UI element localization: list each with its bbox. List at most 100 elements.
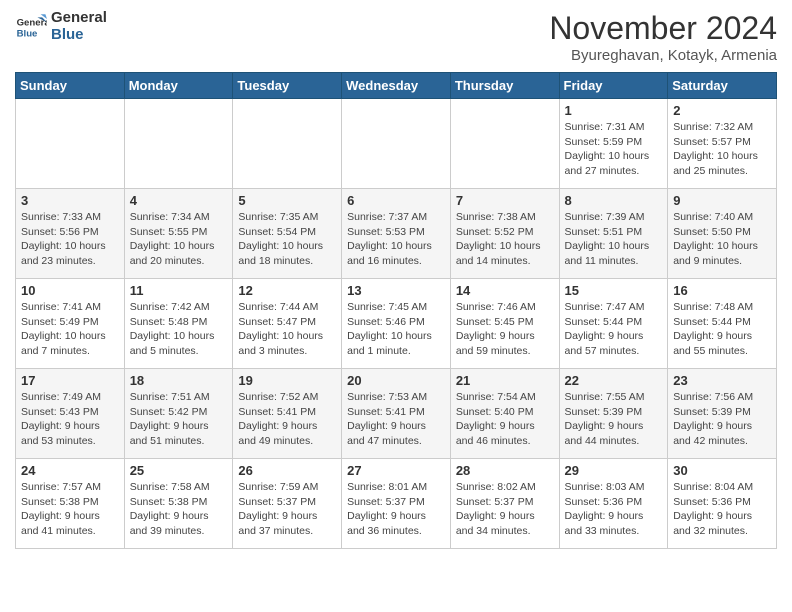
- logo-icon: General Blue: [15, 11, 47, 43]
- day-info: Sunrise: 7:54 AM Sunset: 5:40 PM Dayligh…: [456, 390, 554, 449]
- day-number: 7: [456, 193, 554, 208]
- day-info: Sunrise: 7:56 AM Sunset: 5:39 PM Dayligh…: [673, 390, 771, 449]
- day-number: 24: [21, 463, 119, 478]
- day-number: 1: [565, 103, 663, 118]
- day-info: Sunrise: 7:32 AM Sunset: 5:57 PM Dayligh…: [673, 120, 771, 179]
- day-info: Sunrise: 7:41 AM Sunset: 5:49 PM Dayligh…: [21, 300, 119, 359]
- day-cell: 21 Sunrise: 7:54 AM Sunset: 5:40 PM Dayli…: [450, 369, 559, 459]
- day-number: 29: [565, 463, 663, 478]
- day-number: 19: [238, 373, 336, 388]
- day-number: 10: [21, 283, 119, 298]
- day-info: Sunrise: 7:38 AM Sunset: 5:52 PM Dayligh…: [456, 210, 554, 269]
- day-number: 4: [130, 193, 228, 208]
- day-info: Sunrise: 7:52 AM Sunset: 5:41 PM Dayligh…: [238, 390, 336, 449]
- col-saturday: Saturday: [668, 73, 777, 99]
- week-row-5: 24 Sunrise: 7:57 AM Sunset: 5:38 PM Dayli…: [16, 459, 777, 549]
- day-cell: 11Sunrise: 7:42 AM Sunset: 5:48 PM Dayli…: [124, 279, 233, 369]
- day-cell: 6 Sunrise: 7:37 AM Sunset: 5:53 PM Daylig…: [342, 189, 451, 279]
- logo-text: General Blue: [51, 10, 107, 43]
- week-row-3: 10 Sunrise: 7:41 AM Sunset: 5:49 PM Dayli…: [16, 279, 777, 369]
- day-cell: [16, 99, 125, 189]
- day-number: 15: [565, 283, 663, 298]
- day-info: Sunrise: 7:37 AM Sunset: 5:53 PM Dayligh…: [347, 210, 445, 269]
- day-info: Sunrise: 7:31 AM Sunset: 5:59 PM Dayligh…: [565, 120, 663, 179]
- col-tuesday: Tuesday: [233, 73, 342, 99]
- day-number: 27: [347, 463, 445, 478]
- day-number: 9: [673, 193, 771, 208]
- day-number: 26: [238, 463, 336, 478]
- day-number: 6: [347, 193, 445, 208]
- day-info: Sunrise: 8:04 AM Sunset: 5:36 PM Dayligh…: [673, 480, 771, 539]
- day-cell: 3Sunrise: 7:33 AM Sunset: 5:56 PM Daylig…: [16, 189, 125, 279]
- col-friday: Friday: [559, 73, 668, 99]
- day-info: Sunrise: 7:45 AM Sunset: 5:46 PM Dayligh…: [347, 300, 445, 359]
- day-info: Sunrise: 7:59 AM Sunset: 5:37 PM Dayligh…: [238, 480, 336, 539]
- svg-text:Blue: Blue: [17, 28, 38, 39]
- day-cell: [342, 99, 451, 189]
- day-info: Sunrise: 8:03 AM Sunset: 5:36 PM Dayligh…: [565, 480, 663, 539]
- day-number: 28: [456, 463, 554, 478]
- week-row-2: 3Sunrise: 7:33 AM Sunset: 5:56 PM Daylig…: [16, 189, 777, 279]
- day-cell: 14Sunrise: 7:46 AM Sunset: 5:45 PM Dayli…: [450, 279, 559, 369]
- day-cell: 28Sunrise: 8:02 AM Sunset: 5:37 PM Dayli…: [450, 459, 559, 549]
- day-number: 16: [673, 283, 771, 298]
- day-number: 17: [21, 373, 119, 388]
- day-number: 21: [456, 373, 554, 388]
- month-title: November 2024: [549, 10, 777, 47]
- logo-blue: Blue: [51, 27, 107, 44]
- day-cell: 1 Sunrise: 7:31 AM Sunset: 5:59 PM Daylig…: [559, 99, 668, 189]
- day-cell: 18 Sunrise: 7:51 AM Sunset: 5:42 PM Dayli…: [124, 369, 233, 459]
- day-info: Sunrise: 7:55 AM Sunset: 5:39 PM Dayligh…: [565, 390, 663, 449]
- day-info: Sunrise: 7:35 AM Sunset: 5:54 PM Dayligh…: [238, 210, 336, 269]
- day-cell: 22 Sunrise: 7:55 AM Sunset: 5:39 PM Dayli…: [559, 369, 668, 459]
- day-info: Sunrise: 7:42 AM Sunset: 5:48 PM Dayligh…: [130, 300, 228, 359]
- col-monday: Monday: [124, 73, 233, 99]
- day-cell: 25 Sunrise: 7:58 AM Sunset: 5:38 PM Dayli…: [124, 459, 233, 549]
- day-number: 25: [130, 463, 228, 478]
- day-info: Sunrise: 7:34 AM Sunset: 5:55 PM Dayligh…: [130, 210, 228, 269]
- header: General Blue General Blue November 2024 …: [15, 10, 777, 64]
- logo-general: General: [51, 10, 107, 27]
- col-wednesday: Wednesday: [342, 73, 451, 99]
- day-number: 18: [130, 373, 228, 388]
- day-cell: 17 Sunrise: 7:49 AM Sunset: 5:43 PM Dayli…: [16, 369, 125, 459]
- day-number: 23: [673, 373, 771, 388]
- day-number: 13: [347, 283, 445, 298]
- calendar-header: Sunday Monday Tuesday Wednesday Thursday…: [16, 73, 777, 99]
- day-number: 5: [238, 193, 336, 208]
- day-cell: 9 Sunrise: 7:40 AM Sunset: 5:50 PM Daylig…: [668, 189, 777, 279]
- day-info: Sunrise: 7:33 AM Sunset: 5:56 PM Dayligh…: [21, 210, 119, 269]
- day-cell: 20Sunrise: 7:53 AM Sunset: 5:41 PM Dayli…: [342, 369, 451, 459]
- day-cell: 7 Sunrise: 7:38 AM Sunset: 5:52 PM Daylig…: [450, 189, 559, 279]
- day-number: 20: [347, 373, 445, 388]
- day-info: Sunrise: 7:47 AM Sunset: 5:44 PM Dayligh…: [565, 300, 663, 359]
- day-info: Sunrise: 7:57 AM Sunset: 5:38 PM Dayligh…: [21, 480, 119, 539]
- day-info: Sunrise: 7:51 AM Sunset: 5:42 PM Dayligh…: [130, 390, 228, 449]
- day-cell: 10 Sunrise: 7:41 AM Sunset: 5:49 PM Dayli…: [16, 279, 125, 369]
- day-cell: 24 Sunrise: 7:57 AM Sunset: 5:38 PM Dayli…: [16, 459, 125, 549]
- day-cell: 23 Sunrise: 7:56 AM Sunset: 5:39 PM Dayli…: [668, 369, 777, 459]
- day-info: Sunrise: 7:58 AM Sunset: 5:38 PM Dayligh…: [130, 480, 228, 539]
- day-cell: [124, 99, 233, 189]
- day-info: Sunrise: 7:39 AM Sunset: 5:51 PM Dayligh…: [565, 210, 663, 269]
- day-number: 22: [565, 373, 663, 388]
- day-info: Sunrise: 7:49 AM Sunset: 5:43 PM Dayligh…: [21, 390, 119, 449]
- day-info: Sunrise: 8:01 AM Sunset: 5:37 PM Dayligh…: [347, 480, 445, 539]
- calendar-table: Sunday Monday Tuesday Wednesday Thursday…: [15, 72, 777, 549]
- day-cell: 26 Sunrise: 7:59 AM Sunset: 5:37 PM Dayli…: [233, 459, 342, 549]
- day-number: 14: [456, 283, 554, 298]
- subtitle: Byureghavan, Kotayk, Armenia: [549, 47, 777, 64]
- day-cell: 13 Sunrise: 7:45 AM Sunset: 5:46 PM Dayli…: [342, 279, 451, 369]
- day-cell: 8Sunrise: 7:39 AM Sunset: 5:51 PM Daylig…: [559, 189, 668, 279]
- day-number: 12: [238, 283, 336, 298]
- day-info: Sunrise: 7:48 AM Sunset: 5:44 PM Dayligh…: [673, 300, 771, 359]
- day-cell: 15 Sunrise: 7:47 AM Sunset: 5:44 PM Dayli…: [559, 279, 668, 369]
- col-sunday: Sunday: [16, 73, 125, 99]
- header-row: Sunday Monday Tuesday Wednesday Thursday…: [16, 73, 777, 99]
- day-info: Sunrise: 7:40 AM Sunset: 5:50 PM Dayligh…: [673, 210, 771, 269]
- day-cell: 27 Sunrise: 8:01 AM Sunset: 5:37 PM Dayli…: [342, 459, 451, 549]
- day-cell: 12 Sunrise: 7:44 AM Sunset: 5:47 PM Dayli…: [233, 279, 342, 369]
- day-cell: [233, 99, 342, 189]
- day-info: Sunrise: 7:44 AM Sunset: 5:47 PM Dayligh…: [238, 300, 336, 359]
- week-row-4: 17 Sunrise: 7:49 AM Sunset: 5:43 PM Dayli…: [16, 369, 777, 459]
